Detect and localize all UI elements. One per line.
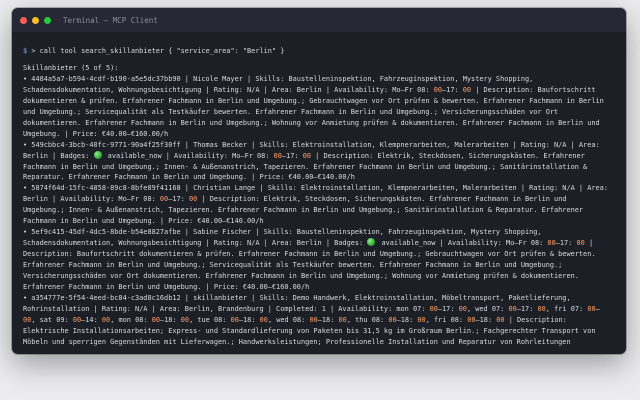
prompt-symbol: $	[23, 47, 28, 55]
command-line: $ > call tool search_skillanbieter { "se…	[23, 46, 615, 57]
list-item: • 5ef9c415-45df-4dc5-8bde-b54e8827afbe |…	[23, 227, 615, 293]
output-line: • 5ef9c415-45df-4dc5-8bde-b54e8827afbe |…	[23, 228, 542, 237]
list-item: • a354777e-5f54-4eed-bc84-c3ad8c16db12 |…	[23, 293, 615, 348]
output-line: Möbeln und sperrigen Gegenständen mit Li…	[23, 337, 571, 346]
output-line: • a354777e-5f54-4eed-bc84-c3ad8c16db12 |…	[23, 293, 571, 302]
terminal-output[interactable]: $ > call tool search_skillanbieter { "se…	[12, 33, 626, 348]
title-bar: Terminal — MCP Client	[12, 8, 626, 33]
list-item: • 549cbbc4-3bcb-40fc-9771-90a4f25f30ff |…	[23, 140, 615, 184]
output-line: dokumentieren & prüfen. Erfahrener Fachm…	[23, 96, 604, 105]
output-line: • 549cbbc4-3bcb-40fc-9771-90a4f25f30ff |…	[23, 140, 600, 149]
green-circle-icon	[367, 238, 376, 247]
output-line: Elektrische Installationsarbeiten; Expre…	[23, 326, 596, 335]
list-item: • 5874f64d-15fc-4858-89c8-8bfe89f41168 |…	[23, 183, 615, 227]
output-line: Erfahrener Fachmann in Berlin und Umgebu…	[23, 283, 310, 292]
command-text: > call tool search_skillanbieter { "serv…	[31, 47, 285, 55]
output-line: Umgebung.; Innen- & Außenanstrich, Tapez…	[23, 206, 584, 215]
result-list: • 4484a5a7-b594-4cdf-b190-a5e5dc37bb90 |…	[23, 74, 615, 348]
output-line: dokumentieren. Erfahrener Fachmann in Be…	[23, 118, 600, 127]
output-line: Umgebung. | Price: €40.00–€160.00/h	[23, 129, 169, 138]
output-line: • 4484a5a7-b594-4cdf-b190-a5e5dc37bb90 |…	[23, 74, 534, 83]
output-line: Description: Baufortschritt dokumentiere…	[23, 250, 596, 259]
output-line: Reparatur. Erfahrener Fachmann in Berlin…	[23, 173, 355, 182]
output-line: Fachmann in Berlin und Umgebung.; Innen-…	[23, 162, 588, 171]
output-line: Erfahrener Fachmann in Berlin und Umgebu…	[23, 261, 563, 270]
output-line: • 5874f64d-15fc-4858-89c8-8bfe89f41168 |…	[23, 184, 608, 193]
terminal-window: Terminal — MCP Client $ > call tool sear…	[12, 8, 626, 354]
minimize-button[interactable]	[32, 16, 39, 24]
maximize-button[interactable]	[44, 16, 51, 24]
output-line: Berlin | Availability: Mo–Fr 08: 00–17: …	[23, 195, 567, 204]
result-header: Skillanbieter (5 of 5):	[23, 63, 119, 72]
output-line: Fachmann in Berlin und Umgebung. | Price…	[23, 217, 264, 226]
output-line: Berlin | Badges: available_now | Availab…	[23, 150, 585, 160]
window-title: Terminal — MCP Client	[63, 15, 158, 25]
output-line: Rohrinstallation | Rating: N/A | Area: B…	[23, 304, 600, 313]
output-line: 00, sat 09: 00–14: 00, mon 08: 00–18: 00…	[23, 315, 567, 324]
output-line: Schadensdokumentation, Wohnungsbesichtig…	[23, 238, 594, 248]
output-line: und Umgebung.; Servicequalität als Testk…	[23, 107, 559, 116]
output-line: Schadensdokumentation, Wohnungsbesichtig…	[23, 85, 596, 94]
output-line: Versicherungsschäden vor Ort dokumentier…	[23, 272, 579, 281]
window-controls	[12, 16, 51, 24]
close-button[interactable]	[20, 16, 27, 24]
list-item: • 4484a5a7-b594-4cdf-b190-a5e5dc37bb90 |…	[23, 74, 615, 140]
green-circle-icon	[93, 150, 102, 159]
